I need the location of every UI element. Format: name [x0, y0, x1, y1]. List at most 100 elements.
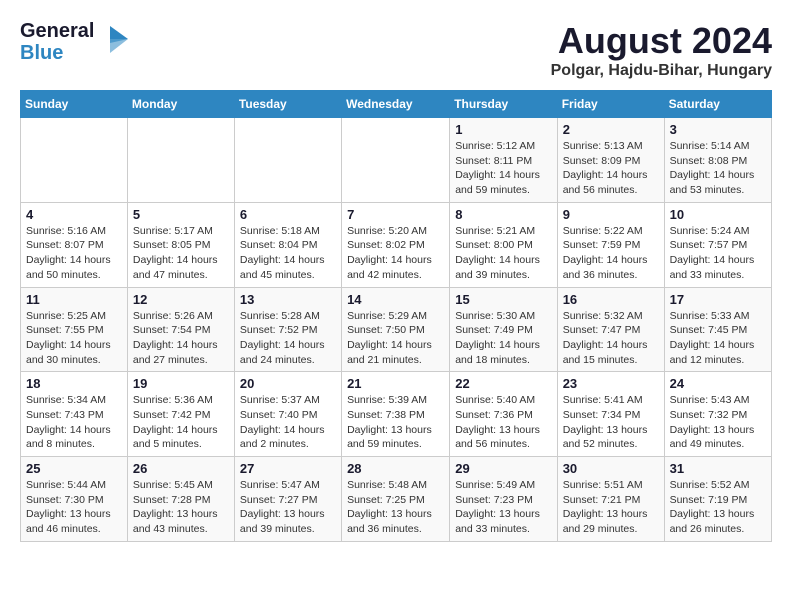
day-info-text: Sunset: 7:43 PM: [26, 408, 122, 423]
logo-general: General: [20, 20, 94, 42]
day-number: 11: [26, 292, 122, 307]
calendar-cell: 31Sunrise: 5:52 AMSunset: 7:19 PMDayligh…: [664, 457, 771, 542]
day-info-text: and 59 minutes.: [347, 437, 444, 452]
day-info-text: Daylight: 13 hours: [670, 423, 766, 438]
logo-bird-icon: [100, 21, 130, 64]
day-info-text: Daylight: 13 hours: [563, 507, 659, 522]
day-info-text: and 47 minutes.: [133, 268, 229, 283]
day-number: 23: [563, 376, 659, 391]
day-info-text: Sunrise: 5:32 AM: [563, 309, 659, 324]
day-info-text: Sunrise: 5:17 AM: [133, 224, 229, 239]
calendar-table: SundayMondayTuesdayWednesdayThursdayFrid…: [20, 90, 772, 542]
day-info-text: Sunrise: 5:52 AM: [670, 478, 766, 493]
day-info-text: Sunset: 7:55 PM: [26, 323, 122, 338]
header-day-friday: Friday: [557, 91, 664, 118]
day-info-text: Sunrise: 5:49 AM: [455, 478, 551, 493]
day-info-text: Sunrise: 5:24 AM: [670, 224, 766, 239]
day-info-text: Sunset: 7:30 PM: [26, 493, 122, 508]
day-info-text: and 52 minutes.: [563, 437, 659, 452]
day-info-text: and 2 minutes.: [240, 437, 336, 452]
calendar-cell: 19Sunrise: 5:36 AMSunset: 7:42 PMDayligh…: [127, 372, 234, 457]
day-info-text: and 39 minutes.: [240, 522, 336, 537]
day-info-text: and 15 minutes.: [563, 353, 659, 368]
day-info-text: and 8 minutes.: [26, 437, 122, 452]
day-info-text: and 56 minutes.: [563, 183, 659, 198]
day-number: 25: [26, 461, 122, 476]
calendar-cell: 1Sunrise: 5:12 AMSunset: 8:11 PMDaylight…: [450, 118, 557, 203]
day-info-text: Sunset: 8:09 PM: [563, 154, 659, 169]
calendar-cell: 8Sunrise: 5:21 AMSunset: 8:00 PMDaylight…: [450, 202, 557, 287]
day-info-text: Daylight: 14 hours: [133, 253, 229, 268]
day-info-text: Daylight: 13 hours: [455, 507, 551, 522]
day-info-text: and 24 minutes.: [240, 353, 336, 368]
day-number: 13: [240, 292, 336, 307]
day-info-text: Sunset: 7:57 PM: [670, 238, 766, 253]
calendar-cell: 23Sunrise: 5:41 AMSunset: 7:34 PMDayligh…: [557, 372, 664, 457]
day-info-text: Daylight: 14 hours: [26, 423, 122, 438]
day-info-text: Sunrise: 5:28 AM: [240, 309, 336, 324]
day-info-text: and 26 minutes.: [670, 522, 766, 537]
calendar-cell: 3Sunrise: 5:14 AMSunset: 8:08 PMDaylight…: [664, 118, 771, 203]
day-info-text: Daylight: 14 hours: [455, 253, 551, 268]
calendar-cell: 11Sunrise: 5:25 AMSunset: 7:55 PMDayligh…: [21, 287, 128, 372]
day-info-text: Sunrise: 5:13 AM: [563, 139, 659, 154]
calendar-cell: 15Sunrise: 5:30 AMSunset: 7:49 PMDayligh…: [450, 287, 557, 372]
day-info-text: Sunset: 7:42 PM: [133, 408, 229, 423]
header-day-sunday: Sunday: [21, 91, 128, 118]
calendar-cell: 18Sunrise: 5:34 AMSunset: 7:43 PMDayligh…: [21, 372, 128, 457]
day-info-text: and 53 minutes.: [670, 183, 766, 198]
day-number: 15: [455, 292, 551, 307]
calendar-cell: 13Sunrise: 5:28 AMSunset: 7:52 PMDayligh…: [234, 287, 341, 372]
day-info-text: Sunset: 8:02 PM: [347, 238, 444, 253]
day-info-text: Sunset: 7:23 PM: [455, 493, 551, 508]
day-info-text: Daylight: 14 hours: [347, 338, 444, 353]
day-number: 2: [563, 122, 659, 137]
day-number: 17: [670, 292, 766, 307]
title-area: August 2024 Polgar, Hajdu-Bihar, Hungary: [551, 20, 772, 80]
day-number: 22: [455, 376, 551, 391]
day-info-text: Sunrise: 5:26 AM: [133, 309, 229, 324]
day-number: 29: [455, 461, 551, 476]
calendar-cell: 22Sunrise: 5:40 AMSunset: 7:36 PMDayligh…: [450, 372, 557, 457]
day-info-text: and 36 minutes.: [347, 522, 444, 537]
day-info-text: Daylight: 13 hours: [455, 423, 551, 438]
day-info-text: Daylight: 13 hours: [133, 507, 229, 522]
day-number: 28: [347, 461, 444, 476]
day-info-text: Sunset: 8:08 PM: [670, 154, 766, 169]
day-info-text: Daylight: 13 hours: [563, 423, 659, 438]
day-number: 20: [240, 376, 336, 391]
calendar-cell: 16Sunrise: 5:32 AMSunset: 7:47 PMDayligh…: [557, 287, 664, 372]
day-info-text: Sunset: 7:38 PM: [347, 408, 444, 423]
day-info-text: and 29 minutes.: [563, 522, 659, 537]
header-day-saturday: Saturday: [664, 91, 771, 118]
calendar-cell: 6Sunrise: 5:18 AMSunset: 8:04 PMDaylight…: [234, 202, 341, 287]
day-number: 12: [133, 292, 229, 307]
day-info-text: Daylight: 14 hours: [26, 253, 122, 268]
day-info-text: Daylight: 14 hours: [133, 338, 229, 353]
day-info-text: Sunset: 8:07 PM: [26, 238, 122, 253]
calendar-cell: 5Sunrise: 5:17 AMSunset: 8:05 PMDaylight…: [127, 202, 234, 287]
day-info-text: Sunrise: 5:22 AM: [563, 224, 659, 239]
week-row-1: 1Sunrise: 5:12 AMSunset: 8:11 PMDaylight…: [21, 118, 772, 203]
calendar-cell: 24Sunrise: 5:43 AMSunset: 7:32 PMDayligh…: [664, 372, 771, 457]
day-number: 9: [563, 207, 659, 222]
day-info-text: Sunset: 7:59 PM: [563, 238, 659, 253]
day-info-text: Sunrise: 5:43 AM: [670, 393, 766, 408]
day-info-text: Sunrise: 5:14 AM: [670, 139, 766, 154]
day-info-text: and 42 minutes.: [347, 268, 444, 283]
week-row-2: 4Sunrise: 5:16 AMSunset: 8:07 PMDaylight…: [21, 202, 772, 287]
day-info-text: and 18 minutes.: [455, 353, 551, 368]
day-info-text: Sunrise: 5:45 AM: [133, 478, 229, 493]
day-info-text: Sunrise: 5:20 AM: [347, 224, 444, 239]
logo-blue: Blue: [20, 42, 94, 64]
day-info-text: and 36 minutes.: [563, 268, 659, 283]
day-number: 30: [563, 461, 659, 476]
calendar-cell: [234, 118, 341, 203]
day-info-text: Sunrise: 5:51 AM: [563, 478, 659, 493]
calendar-cell: 26Sunrise: 5:45 AMSunset: 7:28 PMDayligh…: [127, 457, 234, 542]
day-number: 4: [26, 207, 122, 222]
day-info-text: Sunset: 7:27 PM: [240, 493, 336, 508]
day-number: 7: [347, 207, 444, 222]
day-info-text: Sunset: 7:52 PM: [240, 323, 336, 338]
day-info-text: Daylight: 13 hours: [347, 423, 444, 438]
